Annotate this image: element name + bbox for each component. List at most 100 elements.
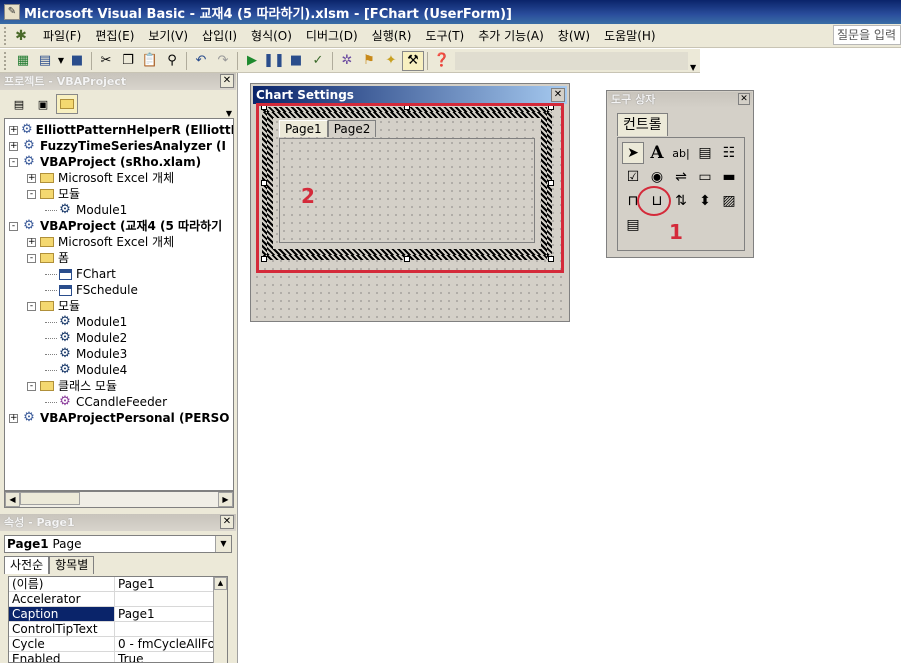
tree-item[interactable]: ⚙ Module3 — [5, 346, 233, 362]
break-icon[interactable]: ❚❚ — [263, 51, 285, 71]
spinbutton-tool-icon[interactable]: ⬍ — [694, 190, 716, 212]
property-value[interactable]: True — [115, 652, 227, 662]
menu-view[interactable]: 보기(V) — [141, 25, 195, 47]
tree-item[interactable]: ⚙ Module2 — [5, 330, 233, 346]
paste-icon[interactable]: 📋 — [139, 51, 161, 71]
menu-debug[interactable]: 디버그(D) — [299, 25, 365, 47]
vba-menu-icon[interactable]: ✱ — [12, 27, 30, 45]
property-row[interactable]: Enabled True — [9, 652, 227, 662]
expand-icon[interactable]: + — [27, 173, 36, 183]
design-mode-icon[interactable]: ✓ — [307, 51, 329, 71]
expand-icon[interactable]: + — [9, 413, 18, 423]
tree-item[interactable]: - 모듈 — [5, 186, 233, 202]
tree-item[interactable]: ⚙ Module4 — [5, 362, 233, 378]
property-value[interactable] — [115, 622, 227, 636]
tab-controls[interactable]: 컨트롤 — [617, 113, 668, 136]
help-icon[interactable]: ❓ — [431, 51, 453, 71]
object-select-dropdown[interactable]: Page1 Page ▼ — [4, 535, 232, 553]
menu-run[interactable]: 실행(R) — [365, 25, 419, 47]
tree-item[interactable]: - 클래스 모듈 — [5, 378, 233, 394]
run-icon[interactable]: ▶ — [241, 51, 263, 71]
close-icon[interactable]: ✕ — [551, 88, 565, 102]
frame-tool-icon[interactable]: ▭ — [694, 166, 716, 188]
view-code-icon[interactable]: ▤ — [8, 94, 30, 114]
tree-item[interactable]: FSchedule — [5, 282, 233, 298]
checkbox-tool-icon[interactable]: ☑ — [622, 166, 644, 188]
toolbox-icon[interactable]: ⚒ — [402, 50, 424, 71]
tree-item[interactable]: - ⚙ VBAProject (교재4 (5 따라하기 — [5, 218, 233, 234]
select-objects-icon[interactable]: ➤ — [622, 142, 644, 164]
properties-window-icon[interactable]: ⚑ — [358, 51, 380, 71]
pane-options-icon[interactable]: ▼ — [226, 109, 232, 118]
userform-title-bar[interactable]: Chart Settings ✕ — [253, 86, 567, 104]
tree-item[interactable]: + ⚙ FuzzyTimeSeriesAnalyzer (I — [5, 138, 233, 154]
collapse-icon[interactable]: - — [27, 189, 36, 199]
tree-item[interactable]: ⚙ CCandleFeeder — [5, 394, 233, 410]
collapse-icon[interactable]: - — [9, 157, 18, 167]
tree-item[interactable]: - 모듈 — [5, 298, 233, 314]
tree-item[interactable]: ⚙ Module1 — [5, 202, 233, 218]
undo-icon[interactable]: ↶ — [190, 51, 212, 71]
toolbar-options-icon[interactable]: ▼ — [690, 63, 700, 72]
redo-icon[interactable]: ↷ — [212, 51, 234, 71]
close-icon[interactable]: ✕ — [738, 93, 750, 105]
togglebutton-tool-icon[interactable]: ⇌ — [670, 166, 692, 188]
collapse-icon[interactable]: - — [27, 381, 36, 391]
tree-item[interactable]: + Microsoft Excel 개체 — [5, 234, 233, 250]
commandbutton-tool-icon[interactable]: ▬ — [718, 166, 740, 188]
menu-grip[interactable] — [4, 26, 10, 45]
menu-help[interactable]: 도움말(H) — [597, 25, 663, 47]
menu-addins[interactable]: 추가 기능(A) — [471, 25, 551, 47]
textbox-tool-icon[interactable]: ab| — [670, 142, 692, 164]
property-row[interactable]: Caption Page1 — [9, 607, 227, 622]
menu-tools[interactable]: 도구(T) — [418, 25, 471, 47]
toolbar-grip[interactable] — [4, 51, 10, 70]
property-row[interactable]: (이름) Page1 — [9, 577, 227, 592]
combobox-tool-icon[interactable]: ▤ — [694, 142, 716, 164]
optionbutton-tool-icon[interactable]: ◉ — [646, 166, 668, 188]
tab-alphabetic[interactable]: 사전순 — [4, 556, 50, 574]
property-row[interactable]: Cycle 0 - fmCycleAllFo — [9, 637, 227, 652]
excel-view-icon[interactable]: ▦ — [12, 51, 34, 71]
tree-item[interactable]: + ⚙ ElliottPatternHelperR (ElliottP — [5, 122, 233, 138]
dropdown-arrow-icon[interactable]: ▼ — [56, 51, 66, 71]
project-tree-hscrollbar[interactable]: ◀ ▶ — [4, 491, 234, 508]
properties-vscrollbar[interactable]: ▲ — [213, 577, 227, 663]
image-tool-icon[interactable]: ▨ — [718, 190, 740, 212]
expand-icon[interactable]: + — [27, 237, 36, 247]
project-explorer-icon[interactable]: ✲ — [336, 51, 358, 71]
tree-item[interactable]: - ⚙ VBAProject (sRho.xlam) — [5, 154, 233, 170]
close-icon[interactable]: ✕ — [220, 74, 234, 88]
collapse-icon[interactable]: - — [27, 253, 36, 263]
property-value[interactable]: Page1 — [115, 577, 227, 591]
help-question-input[interactable]: 질문을 입력 — [833, 25, 901, 45]
tab-categorized[interactable]: 항목별 — [49, 556, 95, 574]
close-icon[interactable]: ✕ — [220, 515, 234, 529]
tree-item[interactable]: -폼 — [5, 250, 233, 266]
menu-format[interactable]: 형식(O) — [244, 25, 299, 47]
property-value[interactable]: 0 - fmCycleAllFo — [115, 637, 227, 651]
view-object-icon[interactable]: ▣ — [32, 94, 54, 114]
tree-item[interactable]: + Microsoft Excel 개체 — [5, 170, 233, 186]
scrollbar-tool-icon[interactable]: ⇅ — [670, 190, 692, 212]
cut-icon[interactable]: ✂ — [95, 51, 117, 71]
find-icon[interactable]: ⚲ — [161, 51, 183, 71]
scroll-left-icon[interactable]: ◀ — [5, 492, 20, 507]
toolbox-title-bar[interactable]: 도구 상자 ✕ — [608, 92, 752, 108]
listbox-tool-icon[interactable]: ☷ — [718, 142, 740, 164]
scroll-track[interactable] — [20, 492, 218, 507]
tree-item[interactable]: FChart — [5, 266, 233, 282]
refedit-tool-icon[interactable]: ▤ — [622, 214, 644, 236]
property-row[interactable]: Accelerator — [9, 592, 227, 607]
collapse-icon[interactable]: - — [9, 221, 18, 231]
expand-icon[interactable]: + — [9, 125, 18, 135]
collapse-icon[interactable]: - — [27, 301, 36, 311]
menu-file[interactable]: 파일(F) — [36, 25, 88, 47]
reset-icon[interactable]: ■ — [285, 51, 307, 71]
label-tool-icon[interactable]: A — [646, 142, 668, 164]
scroll-up-icon[interactable]: ▲ — [214, 577, 227, 590]
menu-window[interactable]: 창(W) — [551, 25, 597, 47]
property-value[interactable]: Page1 — [115, 607, 227, 621]
tree-item[interactable]: + ⚙ VBAProjectPersonal (PERSO — [5, 410, 233, 426]
expand-icon[interactable]: + — [9, 141, 18, 151]
